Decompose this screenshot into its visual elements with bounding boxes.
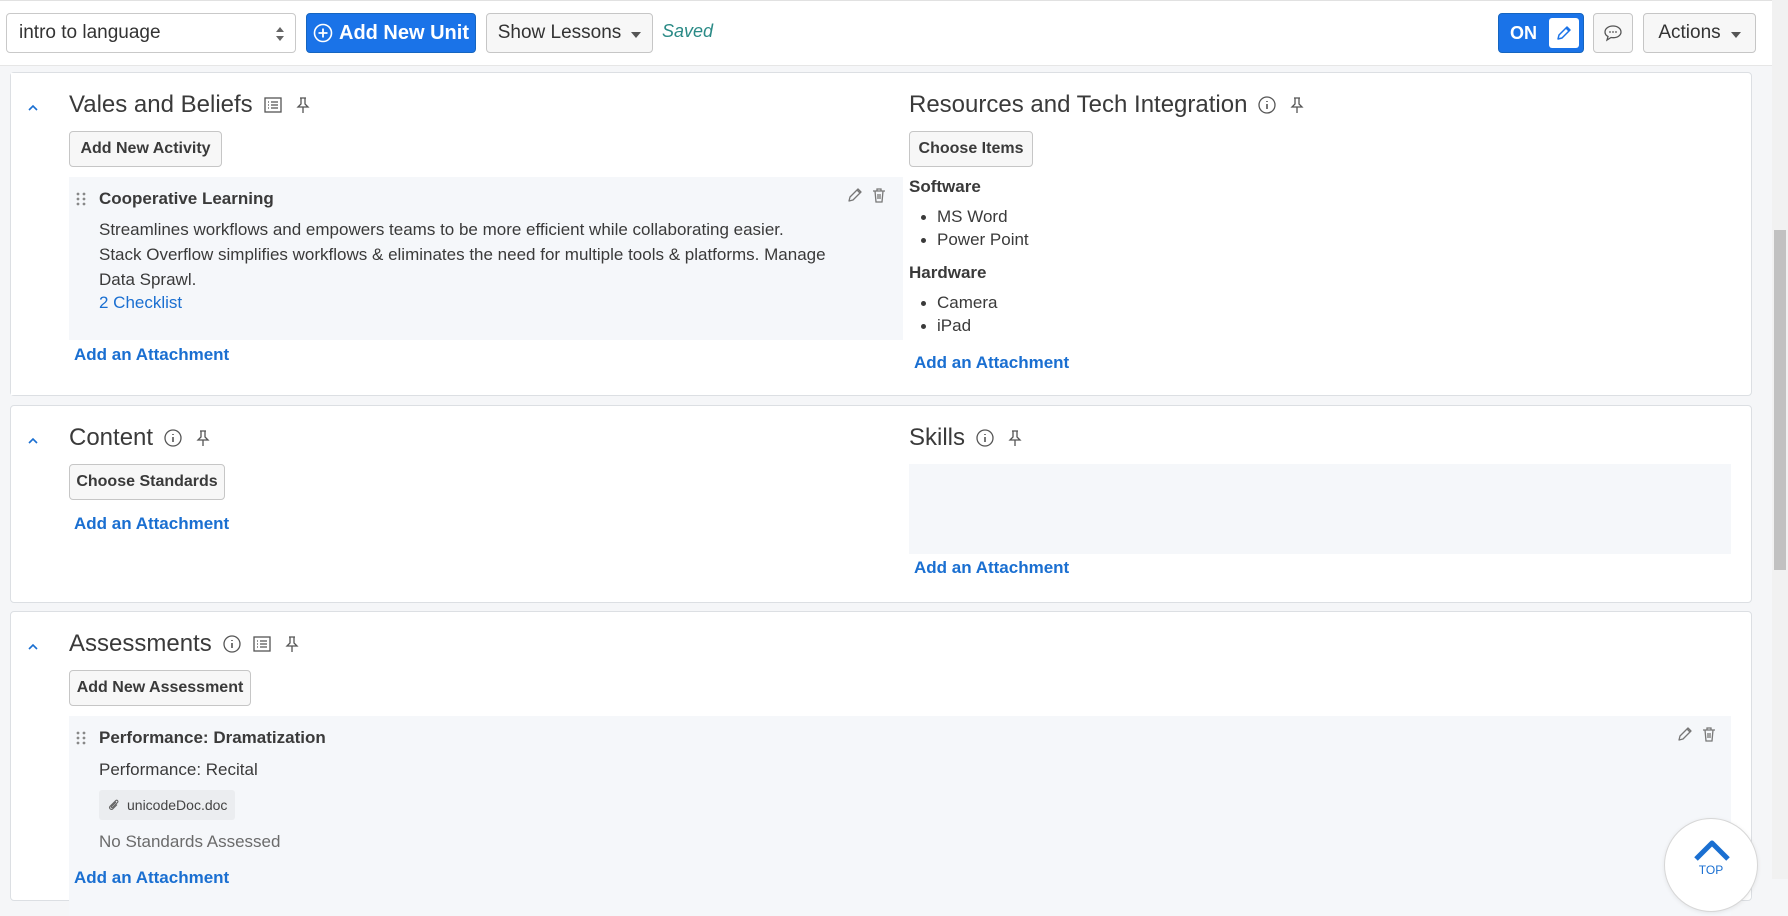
list-icon[interactable]: [252, 634, 272, 654]
unit-select-value: intro to language: [19, 22, 161, 43]
show-lessons-dropdown[interactable]: Show Lessons: [486, 13, 653, 53]
plus-circle-icon: [313, 23, 333, 43]
actions-label: Actions: [1658, 22, 1721, 43]
saved-status: Saved: [662, 21, 714, 41]
drag-grip-icon[interactable]: [75, 730, 87, 746]
back-to-top-button[interactable]: TOP: [1664, 818, 1758, 912]
chevron-down-icon: [1730, 31, 1741, 38]
skills-add-attachment-link[interactable]: Add an Attachment: [914, 558, 1069, 578]
resources-title-text: Resources and Tech Integration: [909, 91, 1248, 118]
trash-icon[interactable]: [871, 187, 887, 203]
activity-description: Streamlines workflows and empowers teams…: [99, 220, 826, 289]
values-section-title: Vales and Beliefs: [69, 91, 313, 119]
list-item: Camera: [909, 291, 997, 314]
pin-icon[interactable]: [1287, 95, 1307, 115]
resources-section-title: Resources and Tech Integration: [909, 91, 1307, 119]
assessment-item: Performance: Dramatization Performance: …: [69, 716, 1731, 916]
assessment-subtitle: Performance: Recital: [99, 760, 258, 779]
info-icon[interactable]: [222, 634, 242, 654]
sort-arrows-icon: [276, 27, 284, 41]
assessments-add-attachment-link[interactable]: Add an Attachment: [74, 868, 229, 888]
chevron-up-icon: [1694, 840, 1730, 861]
add-new-unit-button[interactable]: Add New Unit: [306, 13, 476, 53]
add-new-activity-button[interactable]: Add New Activity: [69, 131, 222, 167]
content-title-text: Content: [69, 424, 154, 451]
standards-status: No Standards Assessed: [99, 832, 281, 851]
resources-add-attachment-link[interactable]: Add an Attachment: [914, 353, 1069, 373]
scrollbar-thumb[interactable]: [1774, 230, 1786, 570]
pencil-icon: [1549, 18, 1579, 48]
list-item: Power Point: [909, 228, 1029, 251]
pin-icon[interactable]: [282, 634, 302, 654]
chevron-up-icon[interactable]: [26, 436, 40, 446]
activity-item: Cooperative Learning Streamlines workflo…: [69, 177, 903, 340]
assessment-title: Performance: Dramatization: [99, 728, 326, 747]
edit-mode-toggle[interactable]: ON: [1498, 13, 1584, 53]
pin-icon[interactable]: [193, 428, 213, 448]
list-icon[interactable]: [263, 95, 283, 115]
software-heading: Software: [909, 177, 981, 196]
show-lessons-label: Show Lessons: [497, 22, 622, 43]
content-section-title: Content: [69, 424, 213, 452]
pencil-icon[interactable]: [1677, 726, 1693, 742]
back-to-top-label: TOP: [1698, 863, 1724, 877]
unit-select[interactable]: intro to language: [6, 13, 296, 53]
top-toolbar: intro to language Add New Unit Show Less…: [0, 0, 1772, 66]
info-icon[interactable]: [1257, 95, 1277, 115]
skills-section-title: Skills: [909, 424, 1025, 452]
drag-grip-icon[interactable]: [75, 191, 87, 207]
pencil-icon[interactable]: [847, 187, 863, 203]
choose-standards-button[interactable]: Choose Standards: [69, 464, 225, 500]
chevron-down-icon: [631, 31, 642, 38]
chevron-up-icon[interactable]: [26, 103, 40, 113]
choose-items-button[interactable]: Choose Items: [909, 131, 1033, 167]
values-resources-card: Vales and Beliefs Add New Activity Coope…: [10, 72, 1752, 396]
chevron-up-icon[interactable]: [26, 642, 40, 652]
list-item: iPad: [909, 314, 997, 337]
software-list: MS Word Power Point: [909, 205, 1029, 251]
hardware-list: Camera iPad: [909, 291, 997, 337]
paperclip-icon: [109, 799, 119, 810]
list-item: MS Word: [909, 205, 1029, 228]
actions-dropdown[interactable]: Actions: [1643, 13, 1756, 53]
assessments-card: Assessments Add New Assessment Performan…: [10, 611, 1752, 916]
values-add-attachment-link[interactable]: Add an Attachment: [74, 345, 229, 365]
comments-button[interactable]: [1593, 13, 1633, 53]
attachment-chip[interactable]: unicodeDoc.doc: [99, 790, 236, 820]
trash-icon[interactable]: [1701, 726, 1717, 742]
info-icon[interactable]: [163, 428, 183, 448]
hardware-heading: Hardware: [909, 263, 987, 282]
edit-toggle-label: ON: [1510, 22, 1537, 43]
info-icon[interactable]: [975, 428, 995, 448]
assessments-section-title: Assessments: [69, 630, 302, 658]
comment-icon: [1604, 25, 1622, 42]
pin-icon[interactable]: [1005, 428, 1025, 448]
page-scrollbar[interactable]: [1772, 0, 1788, 879]
skills-empty-area: [909, 464, 1731, 554]
add-new-unit-label: Add New Unit: [339, 21, 469, 44]
assessments-title-text: Assessments: [69, 630, 212, 657]
content-add-attachment-link[interactable]: Add an Attachment: [74, 514, 229, 534]
content-skills-card: Content Choose Standards Add an Attachme…: [10, 405, 1752, 603]
attachment-file-name: unicodeDoc.doc: [127, 797, 228, 813]
pin-icon[interactable]: [293, 95, 313, 115]
skills-title-text: Skills: [909, 424, 966, 451]
add-new-assessment-button[interactable]: Add New Assessment: [69, 670, 251, 706]
checklist-link[interactable]: 2 Checklist: [99, 293, 182, 313]
values-title-text: Vales and Beliefs: [69, 91, 253, 118]
activity-title: Cooperative Learning: [99, 189, 274, 208]
